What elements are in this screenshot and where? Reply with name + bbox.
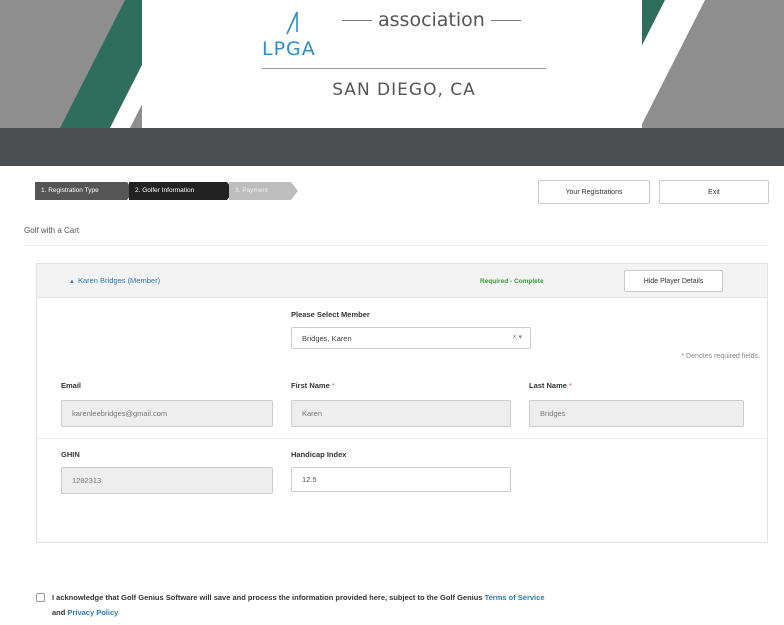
acknowledge-checkbox[interactable] <box>36 593 45 602</box>
required-fields-note: * Denotes required fields. <box>681 353 760 360</box>
association-label: association <box>342 9 542 31</box>
lpga-logo-icon <box>286 11 298 35</box>
player-panel: ▲ Karen Bridges (Member) Required - Compl… <box>36 263 768 543</box>
player-panel-header: ▲ Karen Bridges (Member) Required - Compl… <box>37 264 767 298</box>
handicap-index-label: Handicap Index <box>291 450 347 459</box>
status-badge: Required - Complete <box>480 278 544 285</box>
member-select[interactable]: Bridges, Karen × ▾ <box>291 327 531 349</box>
step-golfer-information[interactable]: 2. Golfer Information <box>129 182 234 200</box>
association-text: association <box>378 9 485 31</box>
player-name: Karen Bridges (Member) <box>77 276 161 285</box>
first-name-label: First Name * <box>291 381 335 390</box>
step-registration-type[interactable]: 1. Registration Type <box>35 182 134 200</box>
acknowledgement-and: and <box>52 608 66 617</box>
first-name-field[interactable]: Karen <box>291 400 511 427</box>
hide-player-details-button[interactable]: Hide Player Details <box>624 270 723 292</box>
terms-of-service-link[interactable]: Terms of Service <box>485 593 545 602</box>
your-registrations-button[interactable]: Your Registrations <box>538 180 650 204</box>
lpga-logo-text: LPGA <box>262 38 316 60</box>
member-select-value: Bridges, Karen <box>302 333 352 343</box>
player-toggle[interactable]: ▲ Karen Bridges (Member) <box>69 276 160 285</box>
step-payment: 3. Payment <box>229 182 298 200</box>
ghin-field[interactable]: 1282313 <box>61 467 273 494</box>
round-type-title: Golf with a Cart <box>24 226 80 235</box>
chapter-city: SAN DIEGO, CA <box>332 80 476 100</box>
exit-button[interactable]: Exit <box>659 180 769 204</box>
select-controls: × ▾ <box>512 333 522 341</box>
header-banner: LPGA association SAN DIEGO, CA <box>0 0 784 128</box>
last-name-field[interactable]: Bridges <box>529 400 744 427</box>
triangle-up-icon: ▲ <box>69 279 75 285</box>
last-name-label: Last Name * <box>529 381 572 390</box>
acknowledgement-body: I acknowledge that Golf Genius Software … <box>52 593 483 602</box>
divider <box>37 438 767 439</box>
clear-icon[interactable]: × <box>512 334 516 341</box>
ghin-label: GHIN <box>61 450 80 459</box>
required-marker: * <box>569 381 572 390</box>
privacy-policy-link[interactable]: Privacy Policy <box>67 608 118 617</box>
email-label: Email <box>61 381 82 390</box>
logo-divider <box>262 68 546 69</box>
divider <box>24 245 768 246</box>
acknowledgement-text: I acknowledge that Golf Genius Software … <box>52 590 772 620</box>
required-marker: * <box>331 381 335 390</box>
last-name-label-text: Last Name <box>529 381 567 390</box>
header-band <box>0 128 784 166</box>
registration-steps: 1. Registration Type 2. Golfer Informati… <box>35 182 298 200</box>
chevron-down-icon[interactable]: ▾ <box>518 334 522 341</box>
first-name-label-text: First Name <box>291 381 330 390</box>
handicap-index-field[interactable]: 12.5 <box>291 467 511 492</box>
email-field[interactable]: karenleebridges@gmail.com <box>61 400 273 427</box>
select-member-label: Please Select Member <box>291 310 370 319</box>
